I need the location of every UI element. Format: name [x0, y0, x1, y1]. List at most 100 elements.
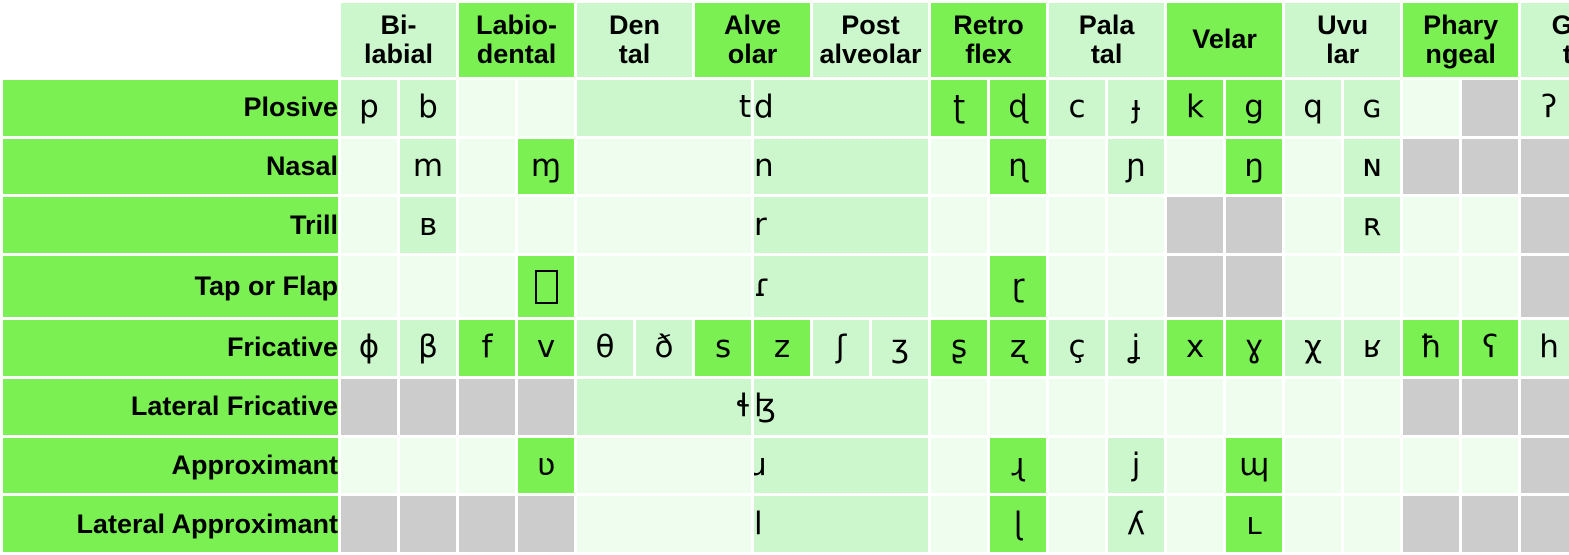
row-header-lateral-approximant[interactable]: Lateral Approximant — [3, 496, 338, 552]
impossible-cell[interactable] — [400, 378, 456, 435]
phoneme-cell[interactable]: ħ — [1403, 320, 1460, 376]
empty-cell[interactable] — [1167, 496, 1224, 552]
impossible-cell[interactable] — [459, 378, 515, 435]
phoneme-cell[interactable]: ɖ — [990, 80, 1047, 136]
column-header-postalveolar[interactable]: Post alveolar — [813, 3, 929, 77]
impossible-cell[interactable] — [1521, 378, 1569, 435]
column-header-pharyngeal[interactable]: Phary ngeal — [1403, 3, 1519, 77]
phoneme-cell[interactable]: ɹ — [754, 437, 929, 494]
impossible-cell[interactable] — [1167, 256, 1224, 318]
empty-cell[interactable] — [577, 496, 752, 552]
empty-cell[interactable] — [341, 197, 397, 254]
impossible-cell[interactable] — [1462, 378, 1519, 435]
impossible-cell[interactable] — [341, 378, 397, 435]
impossible-cell[interactable] — [518, 378, 574, 435]
empty-cell[interactable] — [1285, 256, 1342, 318]
empty-cell[interactable] — [577, 256, 752, 318]
impossible-cell[interactable] — [1226, 197, 1283, 254]
impossible-cell[interactable] — [1521, 256, 1569, 318]
empty-cell[interactable] — [577, 197, 752, 254]
phoneme-cell[interactable]: ɱ — [518, 138, 574, 195]
empty-cell[interactable] — [341, 138, 397, 195]
impossible-cell[interactable] — [400, 496, 456, 552]
empty-cell[interactable] — [931, 138, 988, 195]
empty-cell[interactable] — [518, 197, 574, 254]
phoneme-cell[interactable]: ʔ — [1521, 80, 1569, 136]
phoneme-cell[interactable]: s — [695, 320, 752, 376]
phoneme-cell[interactable]: z — [754, 320, 811, 376]
phoneme-cell[interactable]: ʙ — [400, 197, 456, 254]
empty-cell[interactable] — [459, 437, 515, 494]
empty-cell[interactable] — [518, 256, 574, 318]
empty-cell[interactable] — [931, 197, 988, 254]
phoneme-cell[interactable]: h — [1521, 320, 1569, 376]
column-header-labiodental[interactable]: Labio-dental — [459, 3, 574, 77]
phoneme-cell[interactable]: ʟ — [1226, 496, 1283, 552]
impossible-cell[interactable] — [1521, 138, 1569, 195]
empty-cell[interactable] — [1344, 496, 1401, 552]
phoneme-cell[interactable]: ɬ — [577, 378, 752, 435]
column-header-uvular[interactable]: Uvu lar — [1285, 3, 1401, 77]
empty-cell[interactable] — [1344, 256, 1401, 318]
column-header-bilabial[interactable]: Bi-labial — [341, 3, 456, 77]
impossible-cell[interactable] — [1403, 378, 1460, 435]
row-header-fricative[interactable]: Fricative — [3, 320, 338, 376]
phoneme-cell[interactable]: ɲ — [1108, 138, 1165, 195]
phoneme-cell[interactable]: ɳ — [990, 138, 1047, 195]
phoneme-cell[interactable]: ʝ — [1108, 320, 1165, 376]
phoneme-cell[interactable]: ɣ — [1226, 320, 1283, 376]
column-header-retroflex[interactable]: Retro flex — [931, 3, 1047, 77]
impossible-cell[interactable] — [1521, 437, 1569, 494]
phoneme-cell[interactable]: ʎ — [1108, 496, 1165, 552]
phoneme-cell[interactable]: ɭ — [990, 496, 1047, 552]
empty-cell[interactable] — [400, 256, 456, 318]
phoneme-cell[interactable]: ʒ — [872, 320, 929, 376]
phoneme-cell[interactable]: ɟ — [1108, 80, 1165, 136]
empty-cell[interactable] — [577, 138, 752, 195]
empty-cell[interactable] — [577, 437, 752, 494]
phoneme-cell[interactable]: ʐ — [990, 320, 1047, 376]
phoneme-cell[interactable]: x — [1167, 320, 1224, 376]
phoneme-cell[interactable]: f — [459, 320, 515, 376]
phoneme-cell[interactable]: ʀ — [1344, 197, 1401, 254]
empty-cell[interactable] — [1049, 138, 1106, 195]
empty-cell[interactable] — [1049, 378, 1106, 435]
phoneme-cell[interactable]: n — [754, 138, 929, 195]
column-header-palatal[interactable]: Pala tal — [1049, 3, 1165, 77]
empty-cell[interactable] — [518, 80, 574, 136]
empty-cell[interactable] — [341, 437, 397, 494]
phoneme-cell[interactable]: ɾ — [754, 256, 929, 318]
empty-cell[interactable] — [931, 378, 988, 435]
empty-cell[interactable] — [990, 197, 1047, 254]
impossible-cell[interactable] — [1521, 496, 1569, 552]
phoneme-cell[interactable]: ɮ — [754, 378, 929, 435]
phoneme-cell[interactable]: q — [1285, 80, 1342, 136]
row-header-plosive[interactable]: Plosive — [3, 80, 338, 136]
phoneme-cell[interactable]: ɻ — [990, 437, 1047, 494]
empty-cell[interactable] — [1285, 437, 1342, 494]
column-header-velar[interactable]: Velar — [1167, 3, 1283, 77]
phoneme-cell[interactable]: ɸ — [341, 320, 397, 376]
empty-cell[interactable] — [459, 197, 515, 254]
phoneme-cell[interactable]: ʁ — [1344, 320, 1401, 376]
empty-cell[interactable] — [1285, 197, 1342, 254]
empty-cell[interactable] — [1285, 138, 1342, 195]
row-header-trill[interactable]: Trill — [3, 197, 338, 254]
impossible-cell[interactable] — [518, 496, 574, 552]
empty-cell[interactable] — [400, 437, 456, 494]
impossible-cell[interactable] — [459, 496, 515, 552]
phoneme-cell[interactable]: χ — [1285, 320, 1342, 376]
phoneme-cell[interactable]: m — [400, 138, 456, 195]
column-header-glottal[interactable]: Glottal — [1521, 3, 1569, 77]
phoneme-cell[interactable]: ç — [1049, 320, 1106, 376]
empty-cell[interactable] — [1167, 138, 1224, 195]
empty-cell[interactable] — [1403, 437, 1460, 494]
empty-cell[interactable] — [341, 256, 397, 318]
empty-cell[interactable] — [1108, 378, 1165, 435]
row-header-lateral-fricative[interactable]: Lateral Fricative — [3, 378, 338, 435]
empty-cell[interactable] — [1403, 197, 1460, 254]
empty-cell[interactable] — [1049, 197, 1106, 254]
impossible-cell[interactable] — [1403, 496, 1460, 552]
phoneme-cell[interactable]: c — [1049, 80, 1106, 136]
empty-cell[interactable] — [1108, 256, 1165, 318]
